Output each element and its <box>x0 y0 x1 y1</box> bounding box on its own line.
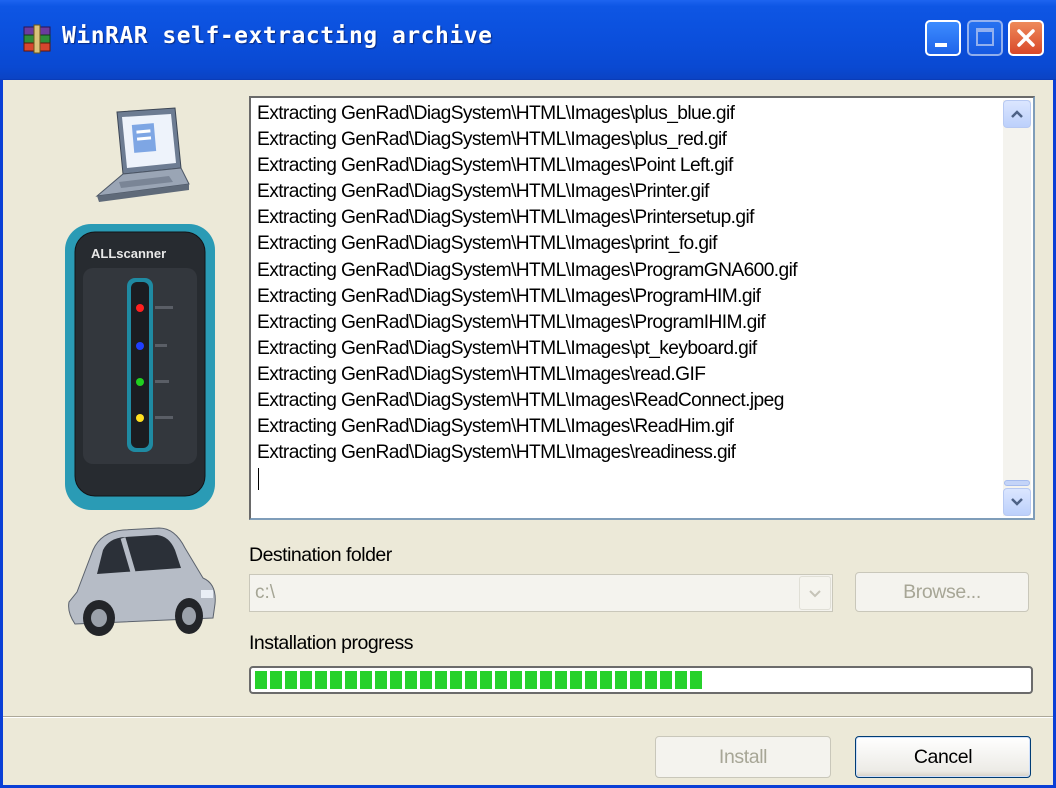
chevron-up-icon <box>1011 110 1023 118</box>
cancel-button[interactable]: Cancel <box>855 736 1031 778</box>
installer-window: WinRAR self-extracting archive ALLscanne… <box>0 0 1056 788</box>
maximize-button[interactable] <box>967 20 1003 56</box>
install-button[interactable]: Install <box>655 736 831 778</box>
log-line: Extracting GenRad\DiagSystem\HTML\Images… <box>257 207 754 229</box>
progress-fill <box>255 671 1027 689</box>
minimize-button[interactable] <box>925 20 961 56</box>
minimize-icon <box>935 43 947 47</box>
progress-block <box>540 671 552 689</box>
log-line: Extracting GenRad\DiagSystem\HTML\Images… <box>257 442 736 464</box>
log-line: Extracting GenRad\DiagSystem\HTML\Images… <box>257 311 766 333</box>
scroll-down-button[interactable] <box>1003 488 1031 516</box>
destination-folder-value: c:\ <box>255 582 276 603</box>
progress-block <box>405 671 417 689</box>
progress-block <box>585 671 597 689</box>
laptop-image <box>95 107 190 202</box>
browse-button[interactable]: Browse... <box>855 572 1029 612</box>
log-line: Extracting GenRad\DiagSystem\HTML\Images… <box>257 103 735 124</box>
allscanner-device-image: ALLscanner <box>65 224 215 510</box>
progress-block <box>330 671 342 689</box>
progress-block <box>255 671 267 689</box>
destination-folder-label: Destination folder <box>249 544 392 566</box>
progress-block <box>615 671 627 689</box>
close-button[interactable] <box>1008 20 1044 56</box>
text-caret <box>258 468 259 491</box>
footer-separator <box>3 716 1053 718</box>
maximize-icon <box>976 28 994 46</box>
progress-block <box>600 671 612 689</box>
progress-block <box>645 671 657 689</box>
log-line: Extracting GenRad\DiagSystem\HTML\Images… <box>257 181 709 203</box>
log-line: Extracting GenRad\DiagSystem\HTML\Images… <box>257 285 761 307</box>
installation-progress-label: Installation progress <box>249 632 414 654</box>
log-line: Extracting GenRad\DiagSystem\HTML\Images… <box>257 155 733 177</box>
scroll-up-button[interactable] <box>1003 100 1031 128</box>
progress-block <box>435 671 447 689</box>
progress-block <box>570 671 582 689</box>
chevron-down-icon <box>1011 498 1023 506</box>
progress-block <box>420 671 432 689</box>
title-bar[interactable]: WinRAR self-extracting archive <box>0 0 1056 80</box>
progress-block <box>315 671 327 689</box>
progress-block <box>555 671 567 689</box>
progress-block <box>300 671 312 689</box>
progress-block <box>285 671 297 689</box>
progress-block <box>630 671 642 689</box>
progress-block <box>450 671 462 689</box>
close-icon <box>1017 29 1035 47</box>
progress-block <box>375 671 387 689</box>
log-line: Extracting GenRad\DiagSystem\HTML\Images… <box>257 233 717 255</box>
progress-blocks <box>255 671 702 689</box>
progress-block <box>510 671 522 689</box>
log-line: Extracting GenRad\DiagSystem\HTML\Images… <box>257 259 798 281</box>
destination-dropdown-button[interactable] <box>799 576 831 610</box>
device-brand-label: ALLscanner <box>91 246 166 261</box>
chevron-down-icon <box>809 590 821 598</box>
log-line: Extracting GenRad\DiagSystem\HTML\Images… <box>257 129 727 151</box>
progress-block <box>690 671 702 689</box>
installation-progress-bar <box>249 666 1033 694</box>
progress-block <box>660 671 672 689</box>
progress-block <box>270 671 282 689</box>
progress-block <box>480 671 492 689</box>
winrar-app-icon[interactable] <box>22 24 52 54</box>
scroll-thumb[interactable] <box>1004 480 1030 486</box>
car-image <box>68 527 216 636</box>
log-line: Extracting GenRad\DiagSystem\HTML\Images… <box>257 416 734 438</box>
progress-block <box>675 671 687 689</box>
progress-block <box>345 671 357 689</box>
progress-block <box>495 671 507 689</box>
log-line: Extracting GenRad\DiagSystem\HTML\Images… <box>257 337 757 359</box>
destination-folder-combo[interactable]: c:\ <box>249 574 833 612</box>
window-title: WinRAR self-extracting archive <box>62 23 493 49</box>
log-scrollbar[interactable] <box>1003 100 1031 516</box>
log-line: Extracting GenRad\DiagSystem\HTML\Images… <box>257 390 784 412</box>
progress-block <box>525 671 537 689</box>
extraction-log[interactable]: Extracting GenRad\DiagSystem\HTML\Images… <box>249 96 1035 520</box>
log-line: Extracting GenRad\DiagSystem\HTML\Images… <box>257 363 706 385</box>
progress-block <box>390 671 402 689</box>
progress-block <box>360 671 372 689</box>
progress-block <box>465 671 477 689</box>
log-lines: Extracting GenRad\DiagSystem\HTML\Images… <box>257 101 798 491</box>
